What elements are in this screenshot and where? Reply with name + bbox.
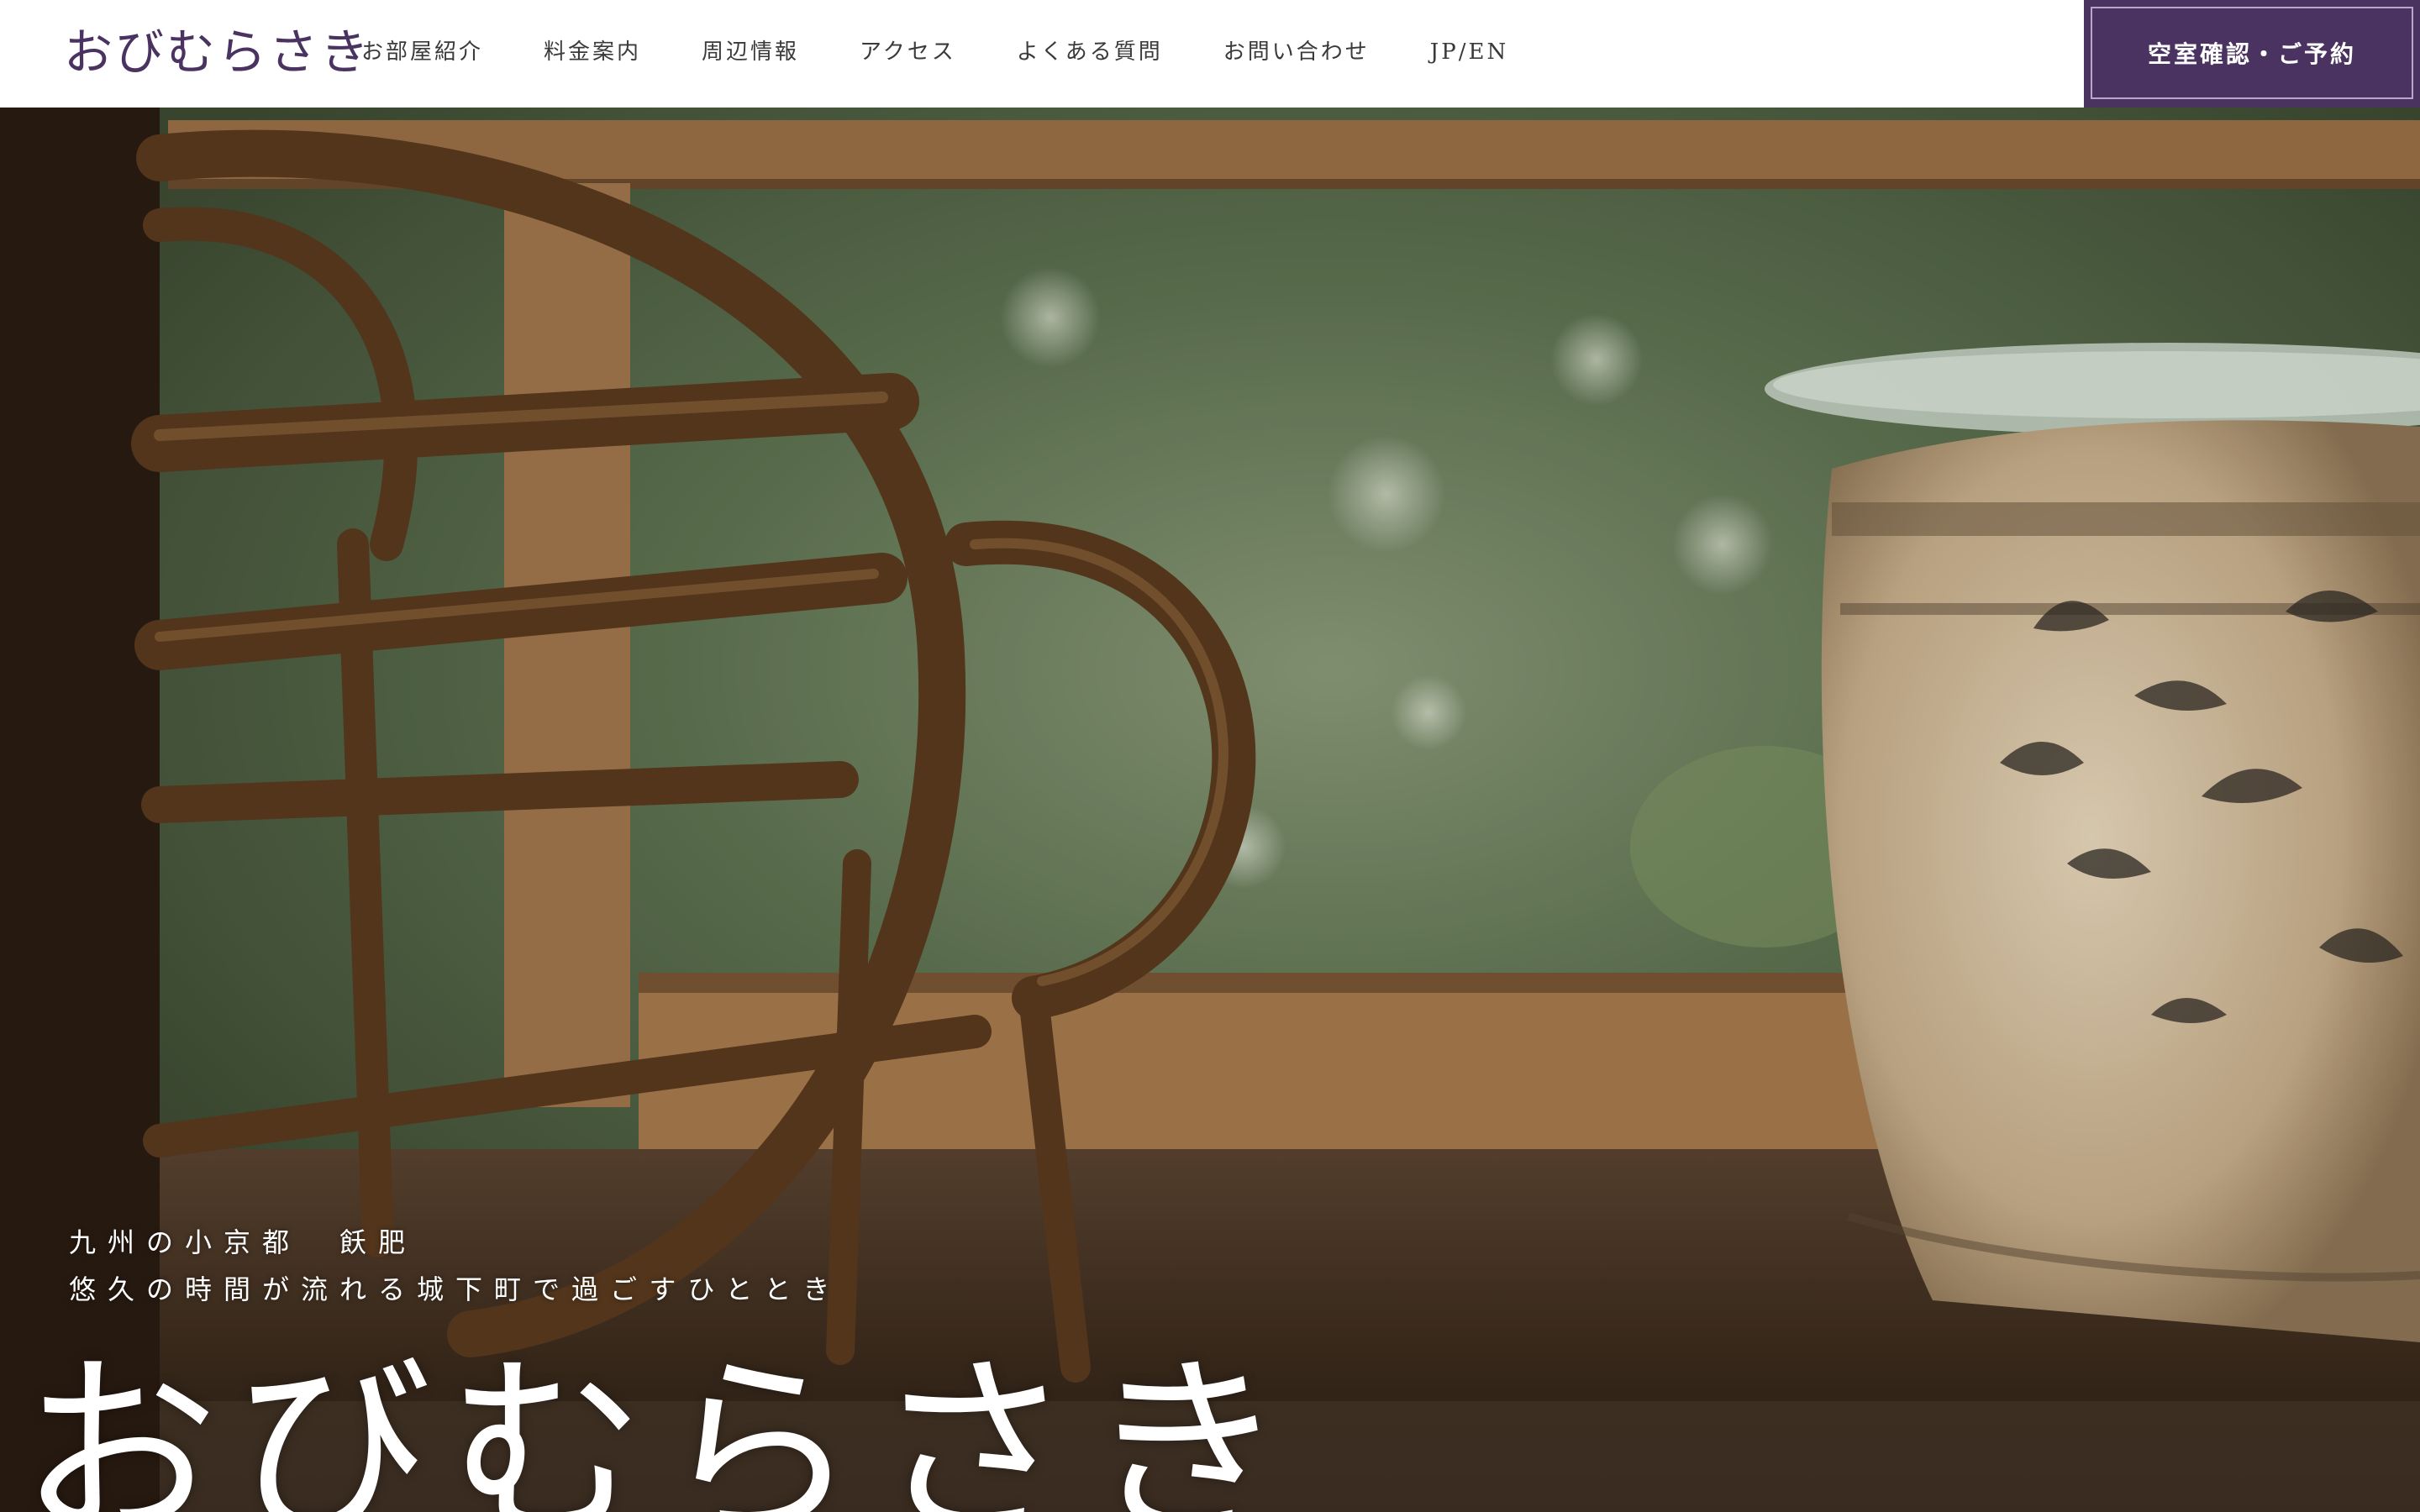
reserve-button[interactable]: 空室確認・ご予約: [2084, 0, 2420, 108]
hero-title: おびむらさき: [20, 1336, 1302, 1512]
main-nav: お部屋紹介 料金案内 周辺情報 アクセス よくある質問 お問い合わせ JP/EN: [361, 34, 1569, 71]
hero-section: 九州の小京都 飫肥 悠久の時間が流れる城下町で過ごすひととき おびむらさき: [0, 108, 2420, 1512]
nav-item-access[interactable]: アクセス: [860, 34, 956, 71]
nav-item-faq[interactable]: よくある質問: [1017, 34, 1163, 71]
nav-item-rooms[interactable]: お部屋紹介: [361, 34, 483, 71]
nav-item-area-info[interactable]: 周辺情報: [702, 34, 799, 71]
language-switch[interactable]: JP/EN: [1430, 34, 1508, 71]
reserve-button-label: 空室確認・ご予約: [2091, 7, 2413, 99]
nav-item-pricing[interactable]: 料金案内: [544, 34, 641, 71]
site-header: おびむらさき お部屋紹介 料金案内 周辺情報 アクセス よくある質問 お問い合わ…: [0, 0, 2420, 108]
hero-tagline-line1: 九州の小京都 飫肥: [69, 1226, 418, 1258]
nav-item-contact[interactable]: お問い合わせ: [1223, 34, 1370, 71]
site-logo[interactable]: おびむらさき: [64, 18, 371, 86]
hero-tagline-line2: 悠久の時間が流れる城下町で過ごすひととき: [69, 1273, 842, 1305]
